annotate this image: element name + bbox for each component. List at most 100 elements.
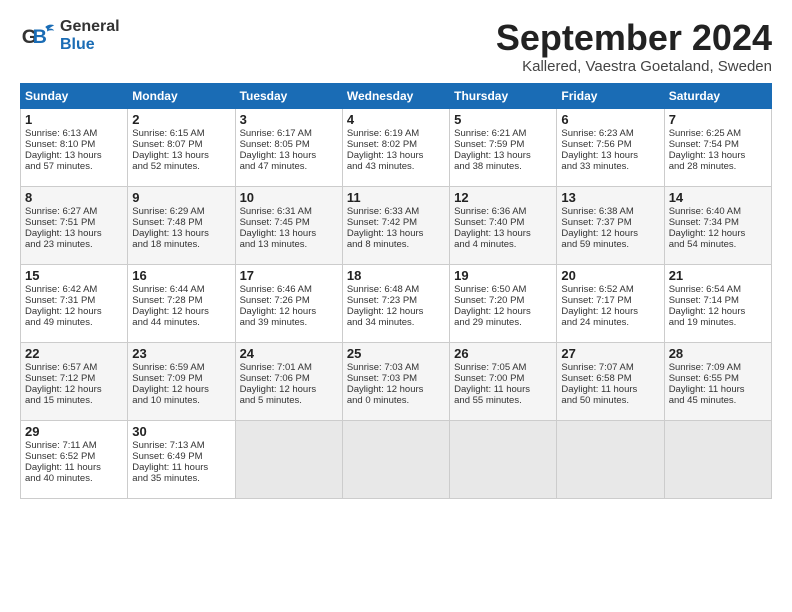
sunset-text: Sunset: 7:59 PM — [454, 139, 524, 150]
sunrise-text: Sunrise: 6:48 AM — [347, 284, 419, 295]
day-number: 14 — [669, 190, 767, 205]
daylight-text: Daylight: 12 hours — [240, 384, 317, 395]
sunrise-text: Sunrise: 6:36 AM — [454, 206, 526, 217]
sunset-text: Sunset: 7:51 PM — [25, 217, 95, 228]
daylight-text: Daylight: 11 hours — [561, 384, 637, 395]
calendar-table: Sunday Monday Tuesday Wednesday Thursday… — [20, 83, 772, 499]
table-row: 18 Sunrise: 6:48 AM Sunset: 7:23 PM Dayl… — [342, 264, 449, 342]
sunset-text: Sunset: 7:12 PM — [25, 373, 95, 384]
sunrise-text: Sunrise: 6:19 AM — [347, 128, 419, 139]
table-row: 20 Sunrise: 6:52 AM Sunset: 7:17 PM Dayl… — [557, 264, 664, 342]
day-number: 17 — [240, 268, 338, 283]
table-row: 9 Sunrise: 6:29 AM Sunset: 7:48 PM Dayli… — [128, 186, 235, 264]
sunset-text: Sunset: 8:02 PM — [347, 139, 417, 150]
sunset-text: Sunset: 7:31 PM — [25, 295, 95, 306]
sunrise-text: Sunrise: 6:27 AM — [25, 206, 97, 217]
daylight-text: Daylight: 13 hours — [132, 150, 209, 161]
day-number: 1 — [25, 112, 123, 127]
day-number: 27 — [561, 346, 659, 361]
sunset-text: Sunset: 6:52 PM — [25, 451, 95, 462]
day-number: 4 — [347, 112, 445, 127]
table-row: 22 Sunrise: 6:57 AM Sunset: 7:12 PM Dayl… — [21, 342, 128, 420]
daylight-text: Daylight: 13 hours — [347, 228, 424, 239]
table-row: 16 Sunrise: 6:44 AM Sunset: 7:28 PM Dayl… — [128, 264, 235, 342]
table-row: 27 Sunrise: 7:07 AM Sunset: 6:58 PM Dayl… — [557, 342, 664, 420]
daylight-text: Daylight: 12 hours — [347, 306, 424, 317]
logo-blue-text: Blue — [60, 36, 120, 54]
daylight-minutes: and 50 minutes. — [561, 395, 629, 406]
sunset-text: Sunset: 8:10 PM — [25, 139, 95, 150]
daylight-text: Daylight: 12 hours — [25, 384, 102, 395]
daylight-minutes: and 57 minutes. — [25, 161, 93, 172]
daylight-minutes: and 49 minutes. — [25, 317, 93, 328]
day-number: 16 — [132, 268, 230, 283]
table-row: 12 Sunrise: 6:36 AM Sunset: 7:40 PM Dayl… — [450, 186, 557, 264]
header: G B General Blue September 2024 Kallered… — [20, 18, 772, 75]
daylight-text: Daylight: 11 hours — [454, 384, 530, 395]
logo-name: General Blue — [60, 18, 120, 53]
table-row: 17 Sunrise: 6:46 AM Sunset: 7:26 PM Dayl… — [235, 264, 342, 342]
table-row — [235, 420, 342, 498]
sunset-text: Sunset: 7:34 PM — [669, 217, 739, 228]
daylight-minutes: and 8 minutes. — [347, 239, 409, 250]
table-row — [342, 420, 449, 498]
sunset-text: Sunset: 7:54 PM — [669, 139, 739, 150]
sunset-text: Sunset: 7:37 PM — [561, 217, 631, 228]
logo-icon: G B — [20, 18, 56, 54]
sunrise-text: Sunrise: 6:17 AM — [240, 128, 312, 139]
sunrise-text: Sunrise: 6:50 AM — [454, 284, 526, 295]
daylight-minutes: and 43 minutes. — [347, 161, 415, 172]
sunrise-text: Sunrise: 6:40 AM — [669, 206, 741, 217]
day-number: 29 — [25, 424, 123, 439]
day-number: 11 — [347, 190, 445, 205]
sunset-text: Sunset: 7:56 PM — [561, 139, 631, 150]
day-number: 22 — [25, 346, 123, 361]
daylight-minutes: and 13 minutes. — [240, 239, 308, 250]
day-number: 6 — [561, 112, 659, 127]
daylight-text: Daylight: 13 hours — [454, 228, 531, 239]
day-number: 13 — [561, 190, 659, 205]
sunset-text: Sunset: 7:40 PM — [454, 217, 524, 228]
daylight-minutes: and 29 minutes. — [454, 317, 522, 328]
sunset-text: Sunset: 7:03 PM — [347, 373, 417, 384]
sunrise-text: Sunrise: 6:31 AM — [240, 206, 312, 217]
page-subtitle: Kallered, Vaestra Goetaland, Sweden — [496, 58, 772, 75]
page-title: September 2024 — [496, 18, 772, 58]
daylight-text: Daylight: 13 hours — [132, 228, 209, 239]
day-number: 2 — [132, 112, 230, 127]
table-row: 11 Sunrise: 6:33 AM Sunset: 7:42 PM Dayl… — [342, 186, 449, 264]
daylight-minutes: and 55 minutes. — [454, 395, 522, 406]
sunrise-text: Sunrise: 7:13 AM — [132, 440, 204, 451]
logo: G B General Blue — [20, 18, 120, 54]
sunset-text: Sunset: 7:20 PM — [454, 295, 524, 306]
daylight-text: Daylight: 12 hours — [454, 306, 531, 317]
daylight-minutes: and 28 minutes. — [669, 161, 737, 172]
table-row: 8 Sunrise: 6:27 AM Sunset: 7:51 PM Dayli… — [21, 186, 128, 264]
sunrise-text: Sunrise: 6:54 AM — [669, 284, 741, 295]
daylight-minutes: and 15 minutes. — [25, 395, 93, 406]
day-number: 24 — [240, 346, 338, 361]
sunrise-text: Sunrise: 6:59 AM — [132, 362, 204, 373]
daylight-minutes: and 23 minutes. — [25, 239, 93, 250]
sunrise-text: Sunrise: 7:11 AM — [25, 440, 97, 451]
col-monday: Monday — [128, 83, 235, 108]
table-row: 10 Sunrise: 6:31 AM Sunset: 7:45 PM Dayl… — [235, 186, 342, 264]
daylight-text: Daylight: 12 hours — [132, 384, 209, 395]
table-row: 23 Sunrise: 6:59 AM Sunset: 7:09 PM Dayl… — [128, 342, 235, 420]
sunset-text: Sunset: 6:55 PM — [669, 373, 739, 384]
table-row: 29 Sunrise: 7:11 AM Sunset: 6:52 PM Dayl… — [21, 420, 128, 498]
daylight-minutes: and 35 minutes. — [132, 473, 200, 484]
daylight-text: Daylight: 11 hours — [25, 462, 101, 473]
daylight-text: Daylight: 13 hours — [240, 228, 317, 239]
sunrise-text: Sunrise: 6:46 AM — [240, 284, 312, 295]
page: G B General Blue September 2024 Kallered… — [0, 0, 792, 612]
daylight-minutes: and 19 minutes. — [669, 317, 737, 328]
sunrise-text: Sunrise: 7:07 AM — [561, 362, 633, 373]
sunset-text: Sunset: 6:49 PM — [132, 451, 202, 462]
sunset-text: Sunset: 7:14 PM — [669, 295, 739, 306]
table-row: 25 Sunrise: 7:03 AM Sunset: 7:03 PM Dayl… — [342, 342, 449, 420]
daylight-text: Daylight: 11 hours — [132, 462, 208, 473]
daylight-text: Daylight: 12 hours — [132, 306, 209, 317]
sunrise-text: Sunrise: 7:01 AM — [240, 362, 312, 373]
daylight-minutes: and 47 minutes. — [240, 161, 308, 172]
